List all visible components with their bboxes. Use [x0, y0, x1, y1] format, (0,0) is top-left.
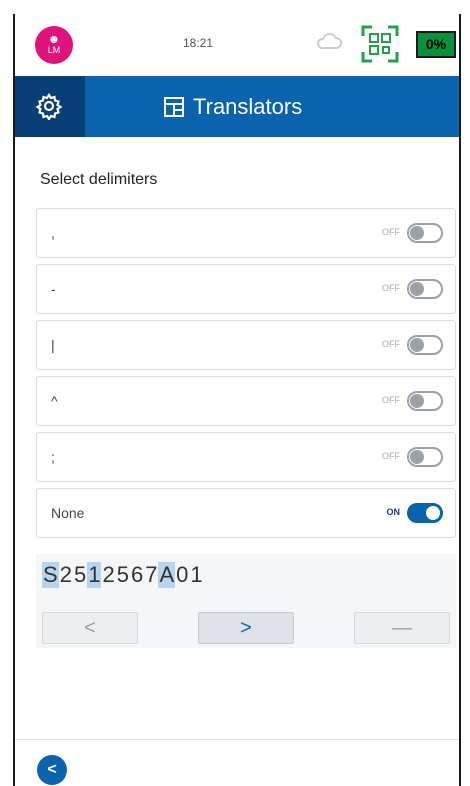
toggle-knob [410, 450, 424, 464]
battery-indicator: 0% [416, 31, 456, 58]
cloud-icon [316, 33, 342, 49]
delimiter-toggle[interactable] [407, 391, 443, 411]
delimiter-toggle[interactable] [407, 503, 443, 523]
delimiter-toggle[interactable] [407, 447, 443, 467]
section-title: Select delimiters [40, 171, 158, 188]
delimiter-row-pipe[interactable]: | OFF [36, 320, 456, 370]
preview-char: 2 [102, 562, 115, 587]
translators-icon [164, 96, 184, 117]
preview-char: 2 [59, 562, 72, 587]
back-button[interactable]: < [37, 755, 67, 785]
next-button[interactable]: > [198, 612, 294, 644]
delimiter-toggle[interactable] [407, 223, 443, 243]
toggle-knob [410, 282, 424, 296]
preview-char: 1 [87, 562, 102, 588]
preview-char: S [42, 562, 59, 588]
toggle-state: OFF [382, 339, 400, 349]
delimiter-label: - [51, 281, 56, 297]
preview-char: 7 [145, 562, 158, 587]
delimiter-label: | [51, 337, 55, 353]
delimiter-label: ^ [51, 393, 58, 409]
toggle-knob [410, 226, 424, 240]
preview-char: 5 [73, 562, 87, 587]
preview-char: 0 [176, 562, 189, 587]
delimiter-list: , OFF - OFF | OFF ^ OFF ; OFF None ON [36, 208, 456, 544]
status-bar: ☻ LM 18:21 0% [15, 14, 459, 76]
delimiter-row-caret[interactable]: ^ OFF [36, 376, 456, 426]
toggle-state: OFF [382, 451, 400, 461]
avatar-initials: LM [47, 45, 61, 55]
gear-icon [35, 93, 63, 120]
delimiter-row-dash[interactable]: - OFF [36, 264, 456, 314]
toggle-state: ON [386, 507, 401, 517]
toggle-knob [410, 394, 424, 408]
preview-char: 6 [130, 562, 144, 587]
app-frame: ☻ LM 18:21 0% Translators Select delimit… [13, 14, 461, 786]
delimiter-toggle[interactable] [407, 335, 443, 355]
toggle-state: OFF [382, 395, 400, 405]
delimiter-row-semicolon[interactable]: ; OFF [36, 432, 456, 482]
previous-button[interactable]: < [42, 612, 138, 644]
delimiter-row-comma[interactable]: , OFF [36, 208, 456, 258]
header-bar: Translators [15, 76, 459, 137]
person-icon: ☻ [47, 32, 61, 46]
settings-button[interactable] [15, 76, 85, 137]
preview-char: 1 [190, 562, 203, 587]
delimiter-label: None [51, 505, 85, 521]
preview-characters: S2512567A01 [42, 562, 204, 588]
avatar[interactable]: ☻ LM [35, 26, 73, 64]
status-time: 18:21 [183, 36, 214, 50]
preview-char: 5 [116, 562, 129, 587]
delimiter-row-none[interactable]: None ON [36, 488, 456, 538]
toggle-knob [410, 338, 424, 352]
page-title: Translators [193, 93, 303, 119]
barcode-preview: S2512567A01 < > — [36, 554, 456, 648]
clear-button[interactable]: — [354, 612, 450, 644]
footer-divider [15, 739, 459, 740]
qr-scan-icon[interactable] [360, 24, 400, 64]
delimiter-toggle[interactable] [407, 279, 443, 299]
header-title-group: Translators [163, 76, 302, 137]
delimiter-label: , [51, 225, 55, 241]
toggle-state: OFF [382, 283, 400, 293]
delimiter-label: ; [51, 449, 55, 465]
toggle-state: OFF [382, 227, 400, 237]
preview-char: A [158, 562, 176, 588]
toggle-knob [426, 506, 440, 520]
